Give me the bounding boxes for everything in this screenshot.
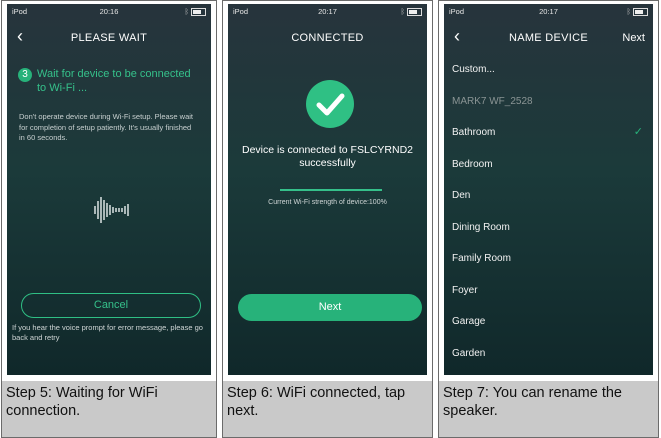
list-item-label: Garage — [452, 316, 486, 327]
cancel-button[interactable]: Cancel — [21, 293, 201, 318]
error-hint: If you hear the voice prompt for error m… — [12, 323, 203, 342]
battery-icon: ᛒ — [185, 7, 206, 17]
status-time: 20:16 — [99, 7, 119, 16]
status-bar: iPod 20:17 ᛒ — [449, 7, 648, 18]
list-item-label: Dining Room — [452, 221, 510, 233]
list-item-label: Bedroom — [452, 158, 493, 170]
phone-screen-please-wait: iPod 20:16 ᛒ ‹ PLEASE WAIT 3 Wait for de… — [7, 4, 211, 375]
step5-caption: Step 5: Waiting for WiFi connection. — [2, 381, 216, 437]
sound-wave-icon — [94, 197, 129, 223]
battery-icon: ᛒ — [401, 7, 422, 17]
step7-panel: iPod 20:17 ᛒ ‹ NAME DEVICE Next Custom..… — [438, 0, 659, 438]
list-item-label: MARK7 WF_2528 — [452, 95, 533, 107]
page-title: CONNECTED — [291, 32, 364, 44]
next-button[interactable]: Next — [238, 294, 422, 321]
setup-note: Don't operate device during Wi-Fi setup.… — [19, 112, 194, 142]
status-time: 20:17 — [539, 7, 558, 16]
list-item[interactable]: Foyer — [444, 275, 653, 307]
phone-screen-name-device: iPod 20:17 ᛒ ‹ NAME DEVICE Next Custom..… — [444, 4, 653, 375]
list-item-label: Family Room — [452, 253, 511, 264]
list-item[interactable]: Den — [444, 180, 653, 212]
list-item[interactable]: Bathroom ✓ — [444, 117, 653, 149]
list-item[interactable]: Garage — [444, 306, 653, 338]
step5-panel: iPod 20:16 ᛒ ‹ PLEASE WAIT 3 Wait for de… — [1, 0, 217, 438]
status-bar: iPod 20:16 ᛒ — [12, 7, 206, 18]
list-item-label: Den — [452, 190, 471, 201]
next-link[interactable]: Next — [622, 32, 645, 44]
wifi-strength-fill — [280, 189, 382, 191]
success-check-icon — [306, 80, 354, 128]
list-item[interactable]: Family Room — [444, 243, 653, 275]
wifi-strength-bar — [280, 189, 382, 191]
list-item[interactable]: MARK7 WF_2528 — [444, 86, 653, 118]
list-item-label: Garden — [452, 347, 486, 359]
list-item[interactable]: Dining Room — [444, 212, 653, 244]
step6-panel: iPod 20:17 ᛒ CONNECTED Device is connect… — [222, 0, 433, 438]
wifi-strength-text: Current Wi-Fi strength of device:100% — [268, 199, 387, 206]
device-name-list: Custom... MARK7 WF_2528 Bathroom ✓ Bedroom De… — [444, 54, 653, 369]
status-bar: iPod 20:17 ᛒ — [233, 7, 422, 18]
step6-caption: Step 6: WiFi connected, tap next. — [223, 381, 432, 437]
selected-check-icon: ✓ — [633, 126, 643, 138]
list-item[interactable]: Garden — [444, 338, 653, 370]
list-item[interactable]: Custom... — [444, 54, 653, 86]
step-number-badge: 3 — [18, 68, 32, 82]
phone-screen-connected: iPod 20:17 ᛒ CONNECTED Device is connect… — [228, 4, 427, 375]
list-item[interactable]: Bedroom — [444, 149, 653, 181]
list-item-label: Bathroom — [452, 127, 496, 138]
connected-message: Device is connected to FSLCYRND2 success… — [242, 144, 413, 169]
battery-icon: ᛒ — [627, 7, 648, 17]
step7-caption: Step 7: You can rename the speaker. — [439, 381, 658, 437]
status-time: 20:17 — [318, 7, 337, 16]
step-text: Wait for device to be connected to Wi-Fi… — [37, 68, 191, 94]
list-item-label: Foyer — [452, 284, 478, 296]
list-item-label: Custom... — [452, 64, 495, 75]
page-title: PLEASE WAIT — [70, 32, 148, 44]
